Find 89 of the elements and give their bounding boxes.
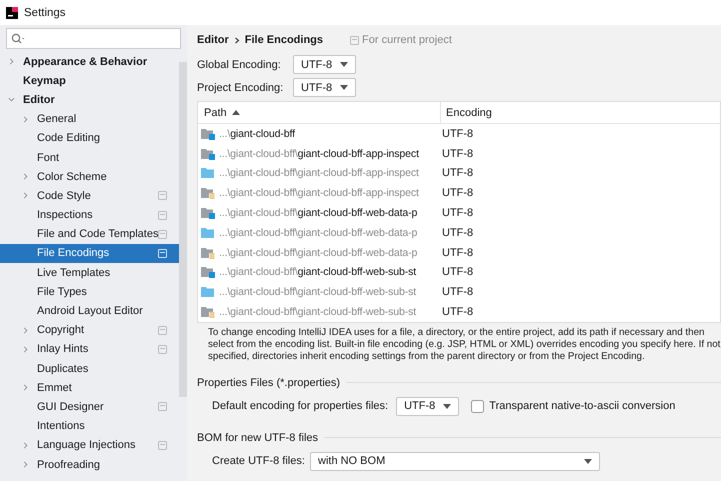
settings-tree-item[interactable]: Code Style xyxy=(0,186,180,206)
settings-tree-item[interactable]: Inlay Hints xyxy=(0,340,180,359)
project-scope-icon xyxy=(158,248,168,258)
path-cell: ...\giant-cloud-bff\giant-cloud-bff-app-inspect xyxy=(198,164,437,184)
settings-tree-item[interactable]: Proofreading xyxy=(0,454,180,474)
resources-folder-icon xyxy=(201,246,215,259)
encoding-cell-text: UTF-8 xyxy=(441,305,474,320)
settings-tree-item[interactable]: General xyxy=(0,110,180,129)
encoding-cell-text: UTF-8 xyxy=(441,265,474,280)
module-folder-icon xyxy=(201,207,215,220)
path-cell: ...\giant-cloud-bff xyxy=(198,124,437,144)
scrollbar[interactable] xyxy=(179,62,187,397)
encoding-cell-text: UTF-8 xyxy=(441,166,474,182)
path-cell: ...\giant-cloud-bff\giant-cloud-bff-web-data-p xyxy=(198,242,437,263)
folder-icon xyxy=(201,286,215,298)
encoding-cell-text: UTF-8 xyxy=(441,246,474,261)
settings-tree-item[interactable]: File Types xyxy=(0,282,180,302)
field-label: Project Encoding: xyxy=(197,82,284,94)
module-folder-icon xyxy=(201,266,215,278)
caret-icon xyxy=(443,404,452,409)
settings-tree-item[interactable]: Code Editing xyxy=(0,128,180,148)
project-scope-icon xyxy=(158,440,168,450)
field-label: Create UTF-8 files: xyxy=(212,455,302,468)
settings-tree-item[interactable]: Inspections xyxy=(0,206,180,225)
settings-tree-item[interactable]: Editor xyxy=(0,90,180,110)
path-cell: ...\giant-cloud-bff\giant-cloud-bff-web-sub-st xyxy=(198,282,437,302)
project-scope-icon xyxy=(158,210,168,220)
settings-tree-item[interactable]: File and Code Templates xyxy=(0,224,180,244)
breadcrumb-current: File Encodings xyxy=(244,34,324,46)
section-title: Properties Files (*.properties) xyxy=(197,376,340,389)
settings-tree-item[interactable]: Live Templates xyxy=(0,263,180,282)
caret-icon xyxy=(340,85,348,90)
project-scope-icon xyxy=(158,191,168,200)
path-cell: ...\giant-cloud-bff\giant-cloud-bff-app-inspect xyxy=(198,144,437,164)
path-cell: ...\giant-cloud-bff\giant-cloud-bff-app-inspect xyxy=(198,183,437,204)
encoding-cell-text: UTF-8 xyxy=(441,186,474,202)
settings-tree-item[interactable]: GUI Designer xyxy=(0,397,180,417)
settings-tree-item[interactable]: Appearance & Behavior xyxy=(0,52,180,72)
column-header[interactable]: Encoding xyxy=(441,102,720,123)
chevron-icon xyxy=(234,36,240,44)
encoding-cell-text: UTF-8 xyxy=(441,226,474,241)
caret-icon xyxy=(340,62,348,67)
module-folder-icon xyxy=(201,128,215,140)
properties-encoding-dropdown[interactable]: UTF-8 xyxy=(396,396,460,416)
section-title: BOM for new UTF-8 files xyxy=(197,432,318,444)
app-icon xyxy=(6,6,18,18)
path-cell: ...\giant-cloud-bff\giant-cloud-bff-web-sub-st xyxy=(198,302,437,322)
checkbox[interactable] xyxy=(471,400,484,413)
global-encoding-dropdown[interactable]: UTF-8 xyxy=(293,55,356,74)
path-cell: ...\giant-cloud-bff\giant-cloud-bff-web-sub-st xyxy=(198,262,437,282)
project-scope-icon xyxy=(158,326,168,335)
module-folder-icon xyxy=(201,148,215,160)
settings-tree-item[interactable]: Copyright xyxy=(0,320,180,340)
path-cell: ...\giant-cloud-bff\giant-cloud-bff-web-data-p xyxy=(198,203,437,223)
create-utf8-dropdown[interactable]: with NO BOM xyxy=(310,452,600,471)
field-label: Global Encoding: xyxy=(197,58,282,70)
caret-icon xyxy=(584,458,592,464)
settings-tree-item[interactable]: Android Layout Editor xyxy=(0,301,180,321)
settings-tree-item[interactable]: Duplicates xyxy=(0,359,180,378)
project-scope-icon xyxy=(350,36,360,44)
checkbox-label[interactable]: Transparent native-to-ascii conversion xyxy=(489,400,676,412)
encoding-cell-text: UTF-8 xyxy=(441,285,474,300)
scope-note: For current project xyxy=(362,34,452,46)
project-scope-icon xyxy=(158,344,168,354)
settings-tree-item[interactable]: Keymap xyxy=(0,71,180,90)
encoding-cell-text: UTF-8 xyxy=(441,126,474,142)
settings-tree-item[interactable]: Emmet xyxy=(0,378,180,398)
settings-tree-item[interactable]: Color Scheme xyxy=(0,167,180,186)
window-title: Settings xyxy=(24,6,66,18)
project-encoding-dropdown[interactable]: UTF-8 xyxy=(293,78,356,97)
settings-tree-item[interactable]: Language Injections xyxy=(0,436,180,455)
breadcrumb-parent[interactable]: Editor xyxy=(197,34,229,46)
resources-folder-icon xyxy=(201,306,215,318)
encoding-cell-text: UTF-8 xyxy=(441,206,474,222)
description-text: To change encoding IntelliJ IDEA uses for a file, a directory, or the entire project, add its path if necessary and then select from the encoding list. Built-in file encoding (e.g. JSP, HTML or XML) overrides encoding you specify here. If not specified, directories inherit encoding settings from the parent directory or from the Project Encoding. xyxy=(208,326,721,363)
settings-tree-item[interactable]: Intentions xyxy=(0,416,180,436)
folder-icon xyxy=(201,167,215,180)
resources-folder-icon xyxy=(201,187,215,200)
encoding-cell-text: UTF-8 xyxy=(441,146,474,162)
project-scope-icon xyxy=(158,230,168,239)
settings-tree-item[interactable]: File Encodings xyxy=(0,244,180,264)
search-field[interactable] xyxy=(6,28,181,49)
settings-tree-item[interactable]: Font xyxy=(0,148,180,168)
column-header[interactable]: Path xyxy=(198,102,441,123)
field-label: Default encoding for properties files: xyxy=(212,400,388,412)
search-icon xyxy=(11,32,25,44)
path-cell: ...\giant-cloud-bff\giant-cloud-bff-web-data-p xyxy=(198,222,437,243)
project-scope-icon xyxy=(158,402,168,412)
folder-icon xyxy=(201,226,215,239)
